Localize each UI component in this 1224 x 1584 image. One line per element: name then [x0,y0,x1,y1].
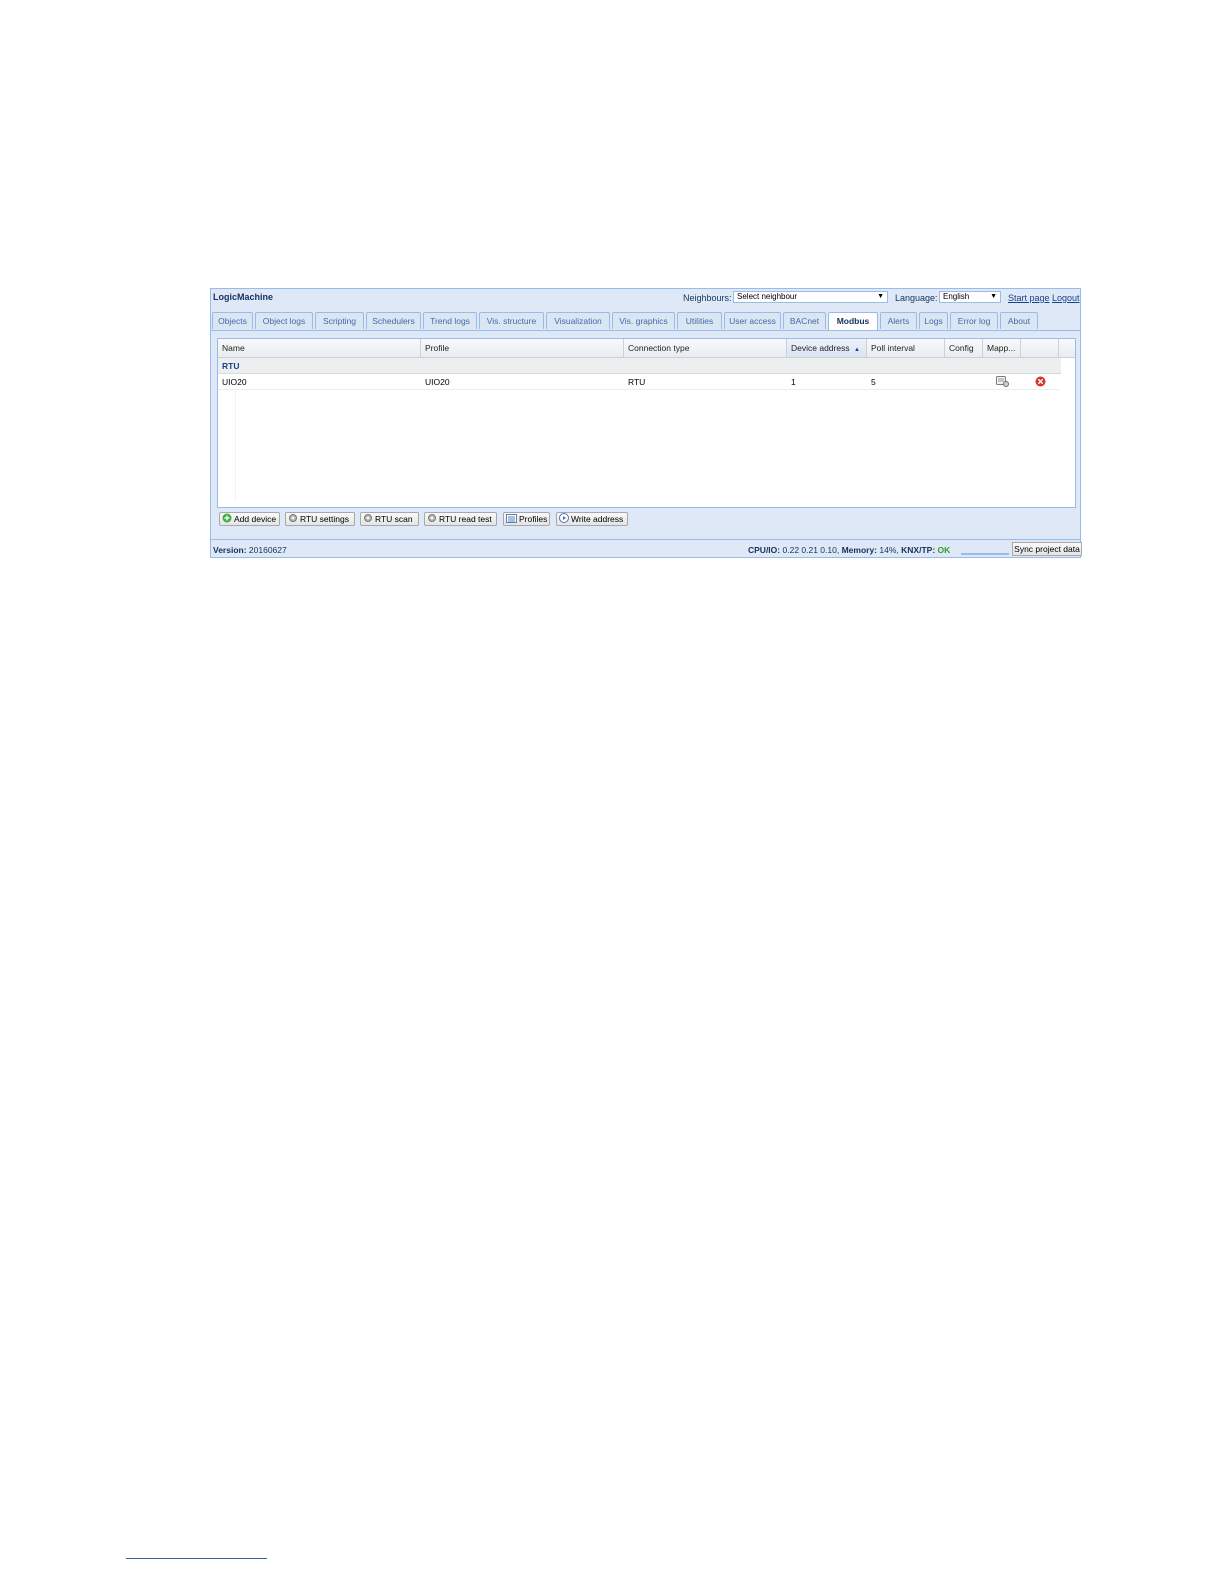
column-header-spacer [1059,339,1075,358]
tab-objects[interactable]: Objects [212,312,253,329]
rtu-read-test-label: RTU read test [439,514,492,524]
sort-ascending-icon: ▲ [853,347,860,353]
tab-scripting[interactable]: Scripting [315,312,364,329]
chevron-down-icon: ▼ [877,293,884,300]
play-icon [559,513,569,526]
add-icon [222,513,232,526]
logout-link[interactable]: Logout [1052,293,1080,303]
knx-label: KNX/TP: [901,545,936,555]
logicmachine-window: LogicMachine Neighbours: Select neighbou… [210,288,1082,558]
group-label: RTU [222,361,240,371]
mapping-icon[interactable] [996,376,1009,389]
rtu-scan-label: RTU scan [375,514,413,524]
tab-vis-graphics[interactable]: Vis. graphics [612,312,675,329]
write-address-button[interactable]: Write address [556,512,628,526]
tab-schedulers[interactable]: Schedulers [366,312,421,329]
device-address-header-label: Device address [791,343,850,353]
rtu-read-test-button[interactable]: RTU read test [424,512,497,526]
neighbours-select-value: Select neighbour [737,292,798,301]
neighbours-label: Neighbours: [683,293,732,303]
column-header-actions [1021,339,1059,358]
profiles-label: Profiles [519,514,548,524]
write-address-label: Write address [571,514,624,524]
tab-logs[interactable]: Logs [919,312,948,329]
cell-device-address: 1 [791,377,796,387]
cell-name: UIO20 [222,377,247,387]
tab-alerts[interactable]: Alerts [880,312,917,329]
delete-icon[interactable] [1035,376,1046,389]
rtu-scan-button[interactable]: RTU scan [360,512,419,526]
column-header-connection-type[interactable]: Connection type [624,339,787,358]
tab-object-logs[interactable]: Object logs [255,312,313,329]
tab-about[interactable]: About [1000,312,1038,329]
language-label: Language: [895,293,938,303]
profiles-button[interactable]: Profiles [503,512,550,526]
grid-toolbar: Add device RTU settings RTU scan RTU rea… [217,511,1076,531]
memory-value: 14%, [879,545,899,555]
version-info: Version: 20160627 [213,545,287,555]
table-row[interactable]: UIO20 UIO20 RTU 1 5 [218,373,1059,390]
tab-vis-structure[interactable]: Vis. structure [479,312,544,329]
status-bar: Version: 20160627 CPU/IO: 0.22 0.21 0.10… [211,539,1082,558]
memory-label: Memory: [841,545,878,555]
tab-error-log[interactable]: Error log [950,312,998,329]
column-header-config[interactable]: Config [945,339,983,358]
rtu-settings-label: RTU settings [300,514,349,524]
tab-visualization[interactable]: Visualization [546,312,610,329]
tab-user-access[interactable]: User access [724,312,781,329]
column-header-profile[interactable]: Profile [421,339,624,358]
language-select-value: English [943,292,970,301]
sync-project-data-button[interactable]: Sync project data [1012,542,1082,556]
version-label: Version: [213,545,247,555]
gear-icon [363,513,373,526]
add-device-label: Add device [234,514,277,524]
start-page-link[interactable]: Start page [1008,293,1050,303]
add-device-button[interactable]: Add device [219,512,280,526]
tab-modbus[interactable]: Modbus [828,312,878,330]
tab-utilities[interactable]: Utilities [677,312,722,329]
cell-poll-interval: 5 [871,377,876,387]
column-header-name[interactable]: Name [218,339,421,358]
tab-bacnet[interactable]: BACnet [783,312,826,329]
neighbours-select[interactable]: Select neighbour ▼ [733,291,888,303]
brand-title: LogicMachine [213,292,274,302]
cpu-value: 0.22 0.21 0.10, [782,545,840,555]
version-value: 20160627 [248,545,287,555]
list-icon [506,513,517,526]
footnote-separator [126,1558,267,1559]
tab-trend-logs[interactable]: Trend logs [423,312,477,329]
column-header-device-address[interactable]: Device address ▲ [787,339,867,358]
top-bar: LogicMachine Neighbours: Select neighbou… [211,289,1080,307]
rtu-settings-button[interactable]: RTU settings [285,512,355,526]
cell-profile: UIO20 [425,377,450,387]
knx-status: OK [937,545,951,555]
gear-icon [288,513,298,526]
chevron-down-icon: ▼ [990,293,997,300]
group-row-rtu[interactable]: RTU [218,358,1061,374]
cpu-label: CPU/IO: [748,545,781,555]
sync-progress-bar [961,553,1009,555]
column-header-mapping[interactable]: Mapp... [983,339,1021,358]
main-tabs: Objects Object logs Scripting Schedulers… [211,311,1080,331]
cell-connection-type: RTU [628,377,646,387]
column-header-poll-interval[interactable]: Poll interval [867,339,945,358]
system-stats: CPU/IO: 0.22 0.21 0.10, Memory: 14%, KNX… [748,545,950,555]
gear-icon [427,513,437,526]
language-select[interactable]: English ▼ [939,291,1001,303]
modbus-devices-grid: Name Profile Connection type Device addr… [217,338,1076,508]
grid-divider [235,391,236,501]
